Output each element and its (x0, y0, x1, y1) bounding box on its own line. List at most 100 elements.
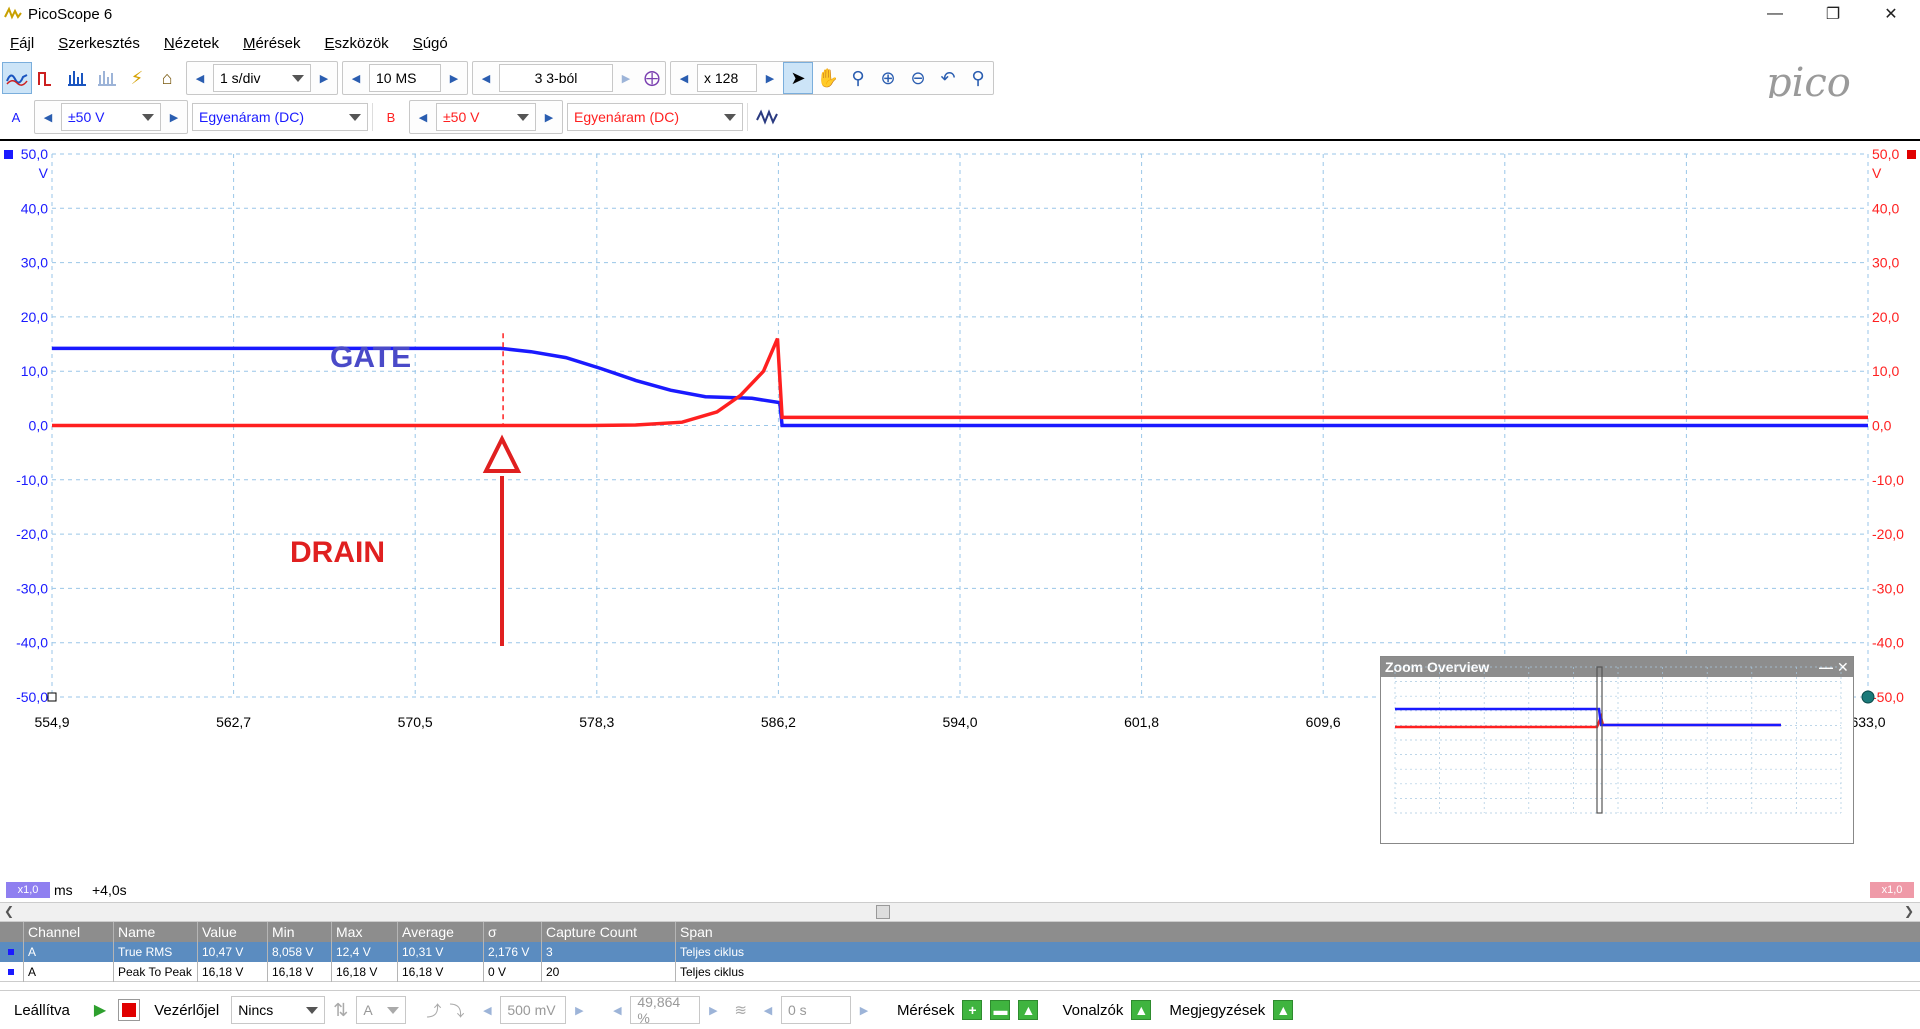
rulers-label: Vonalzók (1062, 1001, 1124, 1019)
table-row[interactable]: A True RMS 10,47 V 8,058 V 12,4 V 10,31 … (0, 942, 1920, 962)
y-tick-label-left: -30,0 (16, 580, 48, 596)
rulers-settings-button[interactable]: ▲ (1131, 1000, 1152, 1020)
zoom-overview-panel[interactable]: Zoom Overview — ✕ (1380, 656, 1854, 844)
zoom-prev-button[interactable]: ◀ (671, 62, 697, 94)
scroll-thumb[interactable] (876, 905, 890, 919)
menu-views[interactable]: Nézetek (164, 35, 219, 52)
zoom-window-button[interactable]: ⚲ (843, 62, 873, 94)
persistence-mode-button[interactable] (32, 62, 62, 94)
channel-a-range-next[interactable]: ▶ (161, 101, 187, 133)
buffer-next-button[interactable]: ▶ (613, 62, 639, 94)
scope-mode-button[interactable] (2, 62, 32, 94)
buffer-navigator-button[interactable]: ⨁ (639, 62, 665, 94)
zoom-out-button[interactable]: ⊖ (903, 62, 933, 94)
scroll-left-icon[interactable]: ❮ (4, 904, 14, 918)
menu-edit[interactable]: Szerkesztés (58, 35, 140, 52)
col-sigma[interactable]: σ (484, 922, 542, 942)
timebase-control: ◀ 1 s/div ▶ (186, 61, 338, 95)
scope-mode-icon (6, 74, 28, 86)
x-tick-label: 562,7 (216, 714, 251, 730)
stop-icon (122, 1003, 137, 1017)
buffer-field[interactable]: 3 3-ból (499, 64, 613, 92)
table-header: Channel Name Value Min Max Average σ Cap… (0, 922, 1920, 942)
trigger-pos-value: 49,864 % (637, 994, 681, 1026)
zoom-fit-button[interactable]: ⚲ (963, 62, 993, 94)
default-setup-button[interactable]: ⌂ (152, 62, 182, 94)
col-capture-count[interactable]: Capture Count (542, 922, 676, 942)
spectrum-mode-button[interactable] (62, 62, 92, 94)
samples-value: 10 MS (376, 70, 417, 86)
cell-max: 16,18 V (332, 961, 398, 982)
restore-button[interactable]: ❐ (1804, 0, 1862, 28)
menu-tools[interactable]: Eszközök (324, 35, 388, 52)
scope-graph[interactable]: 50,0 40,0 30,0 20,0 10,0 0,0 -10,0 -20,0 -30,0 -4… (0, 139, 1920, 901)
cell-span: Teljes ciklus (680, 964, 745, 979)
timebase-select[interactable]: 1 s/div (213, 64, 311, 92)
channel-a-range-prev[interactable]: ◀ (35, 101, 61, 133)
capture-state-label: Leállítva (14, 1001, 70, 1019)
channel-a-button[interactable]: A (2, 101, 30, 133)
menu-measurements[interactable]: Mérések (243, 35, 301, 52)
edit-measurement-button[interactable]: ▬ (990, 1000, 1011, 1020)
trigger-delay-value: 0 s (787, 1002, 807, 1018)
hand-tool-button[interactable]: ✋ (813, 62, 843, 94)
start-capture-icon[interactable]: ▶ (94, 1000, 106, 1020)
persistence-mode-icon (38, 72, 51, 86)
col-average[interactable]: Average (398, 922, 484, 942)
trigger-channel-value: A (363, 1002, 373, 1018)
right-scale-badge[interactable]: x1,0 (1870, 882, 1914, 898)
channel-b-range-next[interactable]: ▶ (536, 101, 562, 133)
channel-b-button[interactable]: B (377, 101, 405, 133)
scroll-right-icon[interactable]: ❯ (1904, 904, 1914, 918)
buffer-prev-button[interactable]: ◀ (473, 62, 499, 94)
x-tick-label: 609,6 (1306, 714, 1341, 730)
delete-measurement-button[interactable]: ▲ (1018, 1000, 1039, 1020)
select-tool-button[interactable]: ➤ (783, 62, 813, 94)
zoom-in-button[interactable]: ⊕ (873, 62, 903, 94)
menu-file[interactable]: Fájl (10, 35, 34, 52)
samples-next-button[interactable]: ▶ (441, 62, 467, 94)
close-button[interactable]: ✕ (1862, 0, 1920, 28)
add-measurement-button[interactable]: + (962, 1000, 983, 1020)
samples-prev-button[interactable]: ◀ (343, 62, 369, 94)
zoom-field[interactable]: x 128 (697, 64, 757, 92)
y-tick-label-right: -40,0 (1872, 635, 1904, 651)
samples-field[interactable]: 10 MS (369, 64, 441, 92)
table-row[interactable]: A Peak To Peak 16,18 V 16,18 V 16,18 V 1… (0, 961, 1920, 982)
zoom-next-button[interactable]: ▶ (757, 62, 783, 94)
stop-capture-button[interactable] (118, 999, 141, 1021)
channel-b-coupling-select[interactable]: Egyenáram (DC) (567, 103, 743, 131)
notes-button[interactable]: ▲ (1273, 1000, 1294, 1020)
menu-help[interactable]: Súgó (413, 35, 448, 52)
magnifier-icon: ⚲ (851, 67, 865, 88)
zoom-overview-plot[interactable] (1381, 657, 1853, 823)
channel-a-range-select[interactable]: ±50 V (61, 103, 161, 131)
col-span[interactable]: Span (676, 922, 1920, 942)
col-value[interactable]: Value (198, 922, 268, 942)
col-channel[interactable]: Channel (24, 922, 114, 942)
axis-unit-row: x1,0 ms +4,0s x1,0 (0, 882, 1920, 900)
channel-b-range-select[interactable]: ±50 V (436, 103, 536, 131)
channel-a-label: A (11, 109, 21, 125)
y-tick-label-right: -50,0 (1872, 689, 1904, 705)
timebase-next-button[interactable]: ▶ (311, 62, 337, 94)
y-tick-label-right: 20,0 (1872, 309, 1899, 325)
col-max[interactable]: Max (332, 922, 398, 942)
channel-a-marker (4, 150, 13, 159)
channel-b-range-prev[interactable]: ◀ (410, 101, 436, 133)
horizontal-scrollbar[interactable]: ❮ ❯ (0, 902, 1920, 922)
channel-a-coupling-select[interactable]: Egyenáram (DC) (192, 103, 368, 131)
trigger-mode-select[interactable]: Nincs (231, 996, 326, 1024)
math-channels-button[interactable] (752, 101, 782, 133)
zoom-out-icon: ⊖ (910, 67, 926, 88)
y-unit-right: V (1872, 165, 1882, 181)
col-min[interactable]: Min (268, 922, 332, 942)
timebase-prev-button[interactable]: ◀ (187, 62, 213, 94)
col-name[interactable]: Name (114, 922, 198, 942)
trigger-type-icon: ⇅ (333, 999, 349, 1020)
auto-setup-button[interactable]: ⚡ (122, 62, 152, 94)
left-scale-badge[interactable]: x1,0 (6, 882, 50, 898)
measurements-table: Channel Name Value Min Max Average σ Cap… (0, 922, 1920, 982)
minimize-button[interactable]: — (1746, 0, 1804, 28)
undo-zoom-button[interactable]: ↶ (933, 62, 963, 94)
